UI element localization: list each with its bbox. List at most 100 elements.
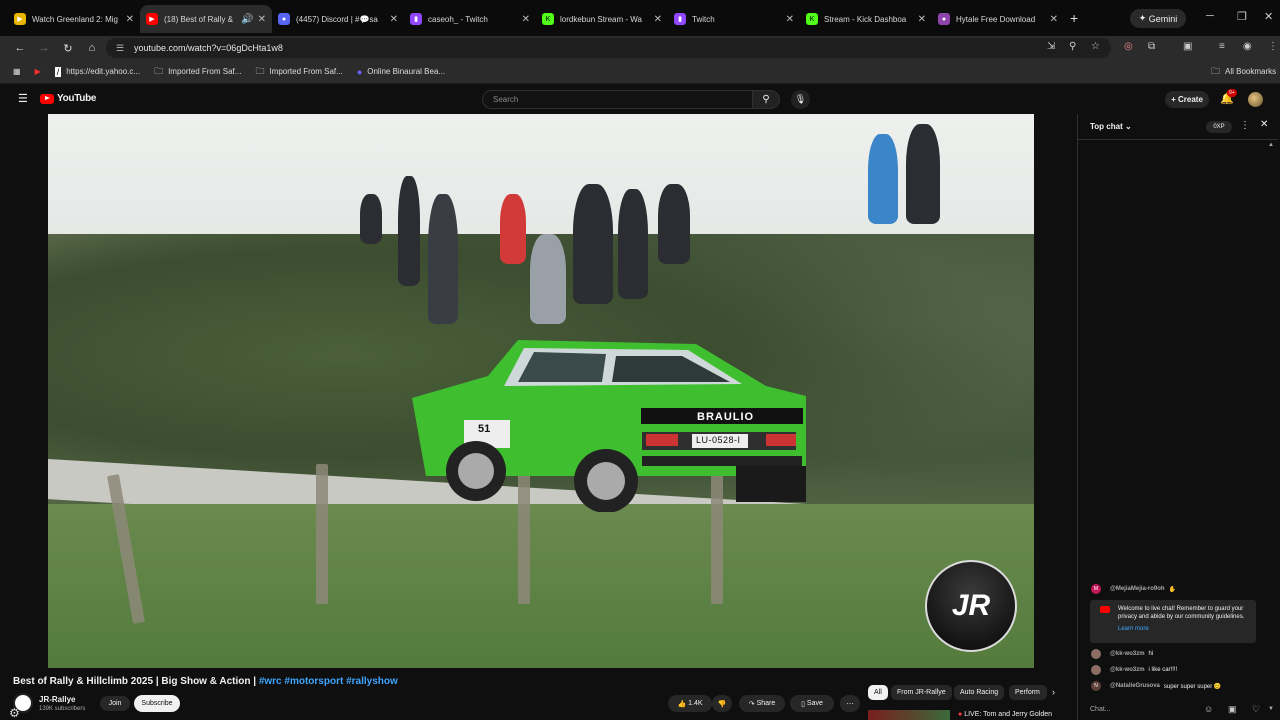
browser-tab[interactable]: ▮ caseoh_ - Twitch ✕ xyxy=(404,5,536,33)
folder-icon: 🗀 xyxy=(255,65,265,76)
close-tab-icon[interactable]: ✕ xyxy=(918,14,926,25)
emoji-icon[interactable]: ☺ xyxy=(1204,704,1213,714)
close-tab-icon[interactable]: ✕ xyxy=(258,14,266,25)
chat-input[interactable]: Chat... xyxy=(1090,706,1200,713)
browser-tab[interactable]: Klordkebun Stream - Wa ✕ xyxy=(536,5,668,33)
minimize-icon[interactable]: ─ xyxy=(1206,10,1214,22)
search-button[interactable]: ⚲ xyxy=(752,90,780,109)
close-tab-icon[interactable]: ✕ xyxy=(654,14,662,25)
chat-message[interactable]: @kk-wo3zm i like car!!!! xyxy=(1091,665,1177,675)
close-tab-icon[interactable]: ✕ xyxy=(786,14,794,25)
learn-more-link[interactable]: Learn more xyxy=(1118,625,1250,633)
video-hashtags[interactable]: #wrc #motorsport #rallyshow xyxy=(259,676,398,687)
voice-search-button[interactable]: 🎙 xyxy=(791,90,810,109)
profile-avatar-icon[interactable]: ◉ xyxy=(1243,41,1252,52)
site-settings-icon[interactable]: ☰ xyxy=(116,43,124,54)
account-avatar[interactable] xyxy=(1248,92,1263,107)
close-tab-icon[interactable]: ✕ xyxy=(522,14,530,25)
hytale-favicon-icon: ● xyxy=(938,13,950,25)
chat-message[interactable]: M @MejiaMejia-ro9oh ✋ xyxy=(1091,584,1176,594)
join-button[interactable]: Join xyxy=(100,696,130,711)
search-input[interactable]: Search xyxy=(482,90,752,109)
video-player[interactable]: BRAULIO LU-0528-I 51 JR xyxy=(48,114,1034,668)
browser-tab[interactable]: ▶ Watch Greenland 2: Mig ✕ xyxy=(8,5,140,33)
bookmark-item[interactable]: / https://edit.yahoo.c... xyxy=(54,66,140,77)
scroll-up-icon[interactable]: ▲ xyxy=(1268,142,1274,148)
gift-icon[interactable]: ▣ xyxy=(1228,704,1237,715)
save-button[interactable]: ▯ Save xyxy=(790,695,834,712)
share-button[interactable]: ↷ Share xyxy=(739,695,785,712)
chat-author[interactable]: @kk-wo3zm xyxy=(1110,651,1145,657)
chip-performance[interactable]: Perform xyxy=(1009,685,1047,700)
browser-tab[interactable]: ● (4457) Discord | #💬sa ✕ xyxy=(272,5,404,33)
chat-text: i like car!!!! xyxy=(1148,667,1178,673)
logo-text: YouTube xyxy=(57,93,97,104)
bookmark-folder[interactable]: 🗀 Imported From Saf... xyxy=(255,64,342,80)
chat-scrollbar[interactable]: ▲ ▼ xyxy=(1268,142,1276,712)
bookmark-star-icon[interactable]: ☆ xyxy=(1091,41,1100,52)
install-icon[interactable]: ⇲ xyxy=(1047,41,1055,52)
puzzle-icon[interactable]: ⧉ xyxy=(1148,41,1155,52)
new-tab-button[interactable]: + xyxy=(1070,10,1078,26)
youtube-logo[interactable]: YouTube xyxy=(40,93,97,104)
close-window-icon[interactable]: ✕ xyxy=(1264,10,1273,23)
home-icon[interactable]: ⌂ xyxy=(80,42,104,54)
heart-icon[interactable]: ♡ xyxy=(1252,704,1260,715)
sidebar-icon[interactable]: ▣ xyxy=(1183,41,1192,52)
twitch-favicon-icon: ▮ xyxy=(410,13,422,25)
close-tab-icon[interactable]: ✕ xyxy=(1050,14,1058,25)
close-chat-icon[interactable]: ✕ xyxy=(1260,119,1268,130)
save-label: Save xyxy=(806,700,823,707)
next-video-thumbnail[interactable] xyxy=(868,710,950,720)
close-tab-icon[interactable]: ✕ xyxy=(126,14,134,25)
address-bar[interactable]: ☰ youtube.com/watch?v=06gDcHta1w8 xyxy=(106,38,1111,58)
menu-kebab-icon[interactable]: ⋮ xyxy=(1268,41,1278,52)
reload-icon[interactable]: ↻ xyxy=(56,42,80,55)
chat-author[interactable]: @kk-wo3zm xyxy=(1110,667,1145,673)
chips-next-icon[interactable]: › xyxy=(1052,687,1055,697)
chat-author[interactable]: @NatalieGrusova xyxy=(1110,683,1160,689)
bookmark-folder[interactable]: 🗀 Imported From Saf... xyxy=(154,64,241,80)
channel-name[interactable]: JR-Rallye xyxy=(39,695,75,704)
chip-auto-racing[interactable]: Auto Racing xyxy=(954,685,1005,700)
chat-message[interactable]: N @NatalieGrusova super super super 😊 xyxy=(1091,681,1221,691)
close-tab-icon[interactable]: ✕ xyxy=(390,14,398,25)
top-chat-dropdown[interactable]: Top chat ⌄ xyxy=(1090,122,1132,131)
chat-author[interactable]: @MejiaMejia-ro9oh xyxy=(1110,586,1165,592)
chip-all[interactable]: All xyxy=(868,685,888,700)
scroll-down-icon[interactable]: ▼ xyxy=(1268,706,1274,712)
zoom-icon[interactable]: ⚲ xyxy=(1069,41,1076,52)
chat-message[interactable]: @kk-wo3zm hi xyxy=(1091,649,1153,659)
media-icon[interactable]: ≡ xyxy=(1219,41,1225,52)
dislike-button[interactable]: 👎 xyxy=(712,695,732,712)
tab-title: Hytale Free Download xyxy=(956,14,1036,24)
extension-icon[interactable]: ◎ xyxy=(1124,41,1133,52)
hamburger-menu-icon[interactable]: ☰ xyxy=(18,92,28,105)
speaker-icon[interactable]: 🔊 xyxy=(241,14,253,25)
restore-icon[interactable]: ❐ xyxy=(1237,10,1247,23)
channel-watermark[interactable]: JR xyxy=(925,560,1017,652)
all-bookmarks[interactable]: 🗀 All Bookmarks xyxy=(1211,64,1276,80)
settings-gear-icon[interactable]: ⚙ xyxy=(9,706,20,720)
subscribe-button[interactable]: Subscribe xyxy=(134,695,180,712)
youtube-bookmark-icon[interactable]: ▶ xyxy=(35,67,41,76)
twitch-favicon-icon: ▮ xyxy=(674,13,686,25)
apps-grid-icon[interactable]: ▦ xyxy=(13,67,21,76)
more-actions-button[interactable]: ⋯ xyxy=(840,695,860,712)
forward-icon[interactable]: → xyxy=(32,42,56,54)
browser-tab[interactable]: ● Hytale Free Download ✕ xyxy=(932,5,1064,33)
back-icon[interactable]: ← xyxy=(8,42,32,54)
tab-title: lordkebun Stream - Wa xyxy=(560,14,642,24)
bookmark-item[interactable]: ● Online Binaural Bea... xyxy=(357,67,445,77)
browser-tab-active[interactable]: ▶ (18) Best of Rally & 🔊 ✕ xyxy=(140,5,272,33)
chat-menu-icon[interactable]: ⋮ xyxy=(1240,120,1250,131)
browser-tab[interactable]: K Stream - Kick Dashboa ✕ xyxy=(800,5,932,33)
folder-icon: 🗀 xyxy=(1211,65,1221,76)
browser-tab[interactable]: ▮ Twitch ✕ xyxy=(668,5,800,33)
next-video-title[interactable]: ● LIVE: Tom and Jerry Golden xyxy=(958,711,1052,718)
gemini-button[interactable]: ✦ Gemini xyxy=(1130,9,1186,28)
xp-badge[interactable]: 0XP xyxy=(1206,121,1232,133)
chip-from-channel[interactable]: From JR-Rallye xyxy=(891,685,952,700)
create-button[interactable]: + Create xyxy=(1165,91,1209,108)
like-button[interactable]: 👍 1.4K xyxy=(668,695,712,712)
